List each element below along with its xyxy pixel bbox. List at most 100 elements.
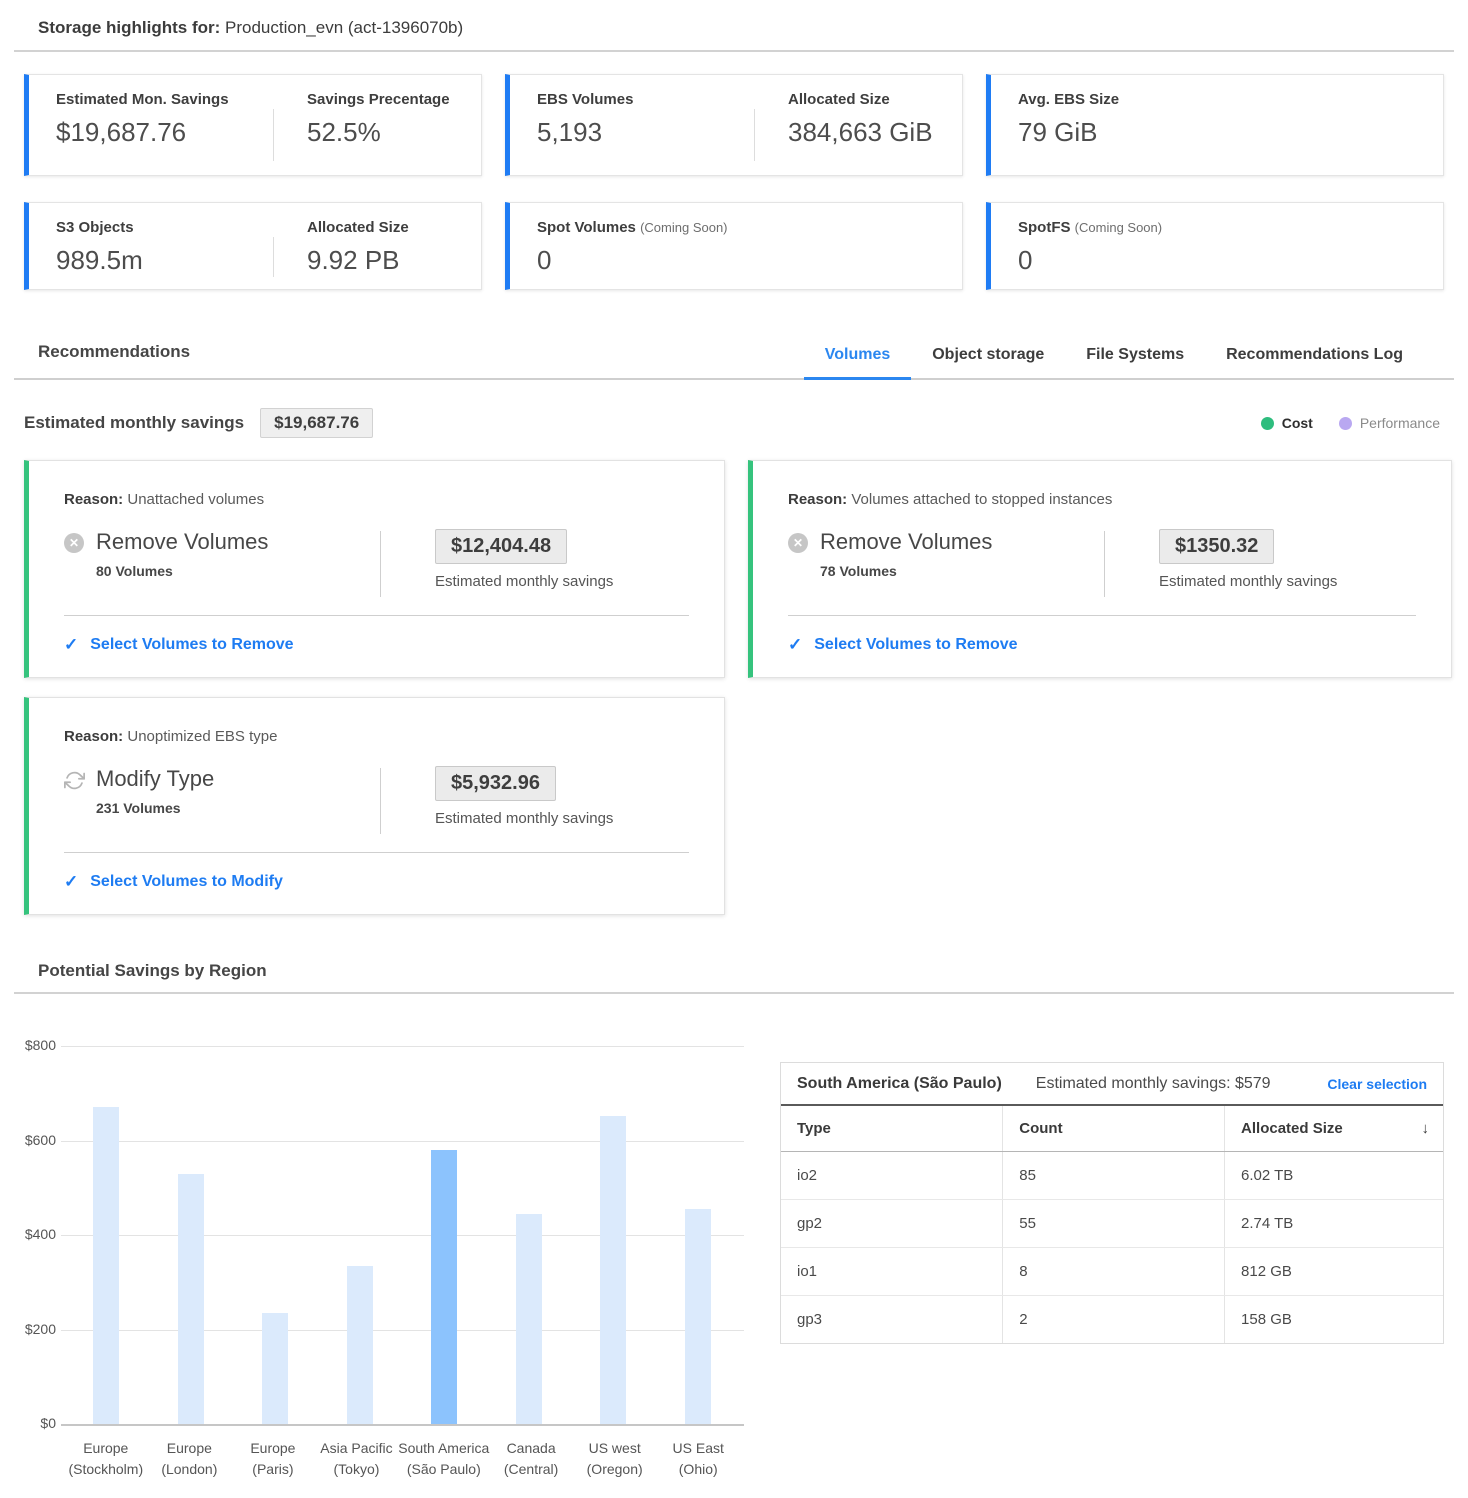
card-link-label: Select Volumes to Modify: [90, 873, 283, 891]
storage-dashboard: Storage highlights for: Production_evn (…: [0, 0, 1468, 1480]
savings-amount-caption: Estimated monthly savings: [435, 573, 613, 590]
region-bar[interactable]: [685, 1209, 711, 1424]
recommendation-cards: Reason: Unattached volumes ✕ Remove Volu…: [24, 460, 1444, 915]
y-tick-label: $400: [25, 1226, 56, 1242]
stat-label: Savings Precentage: [307, 91, 450, 108]
tab-recommendations-log[interactable]: Recommendations Log: [1205, 338, 1424, 378]
savings-amount-caption: Estimated monthly savings: [1159, 573, 1337, 590]
page-title: Storage highlights for: Production_evn (…: [24, 18, 1444, 38]
y-tick-label: $800: [25, 1037, 56, 1053]
chart-bars: [64, 1026, 740, 1424]
column-header-allocated-size[interactable]: Allocated Size ↓: [1225, 1106, 1443, 1152]
x-axis-label: Europe(Stockholm): [64, 1438, 148, 1480]
card-link-label: Select Volumes to Remove: [90, 636, 293, 654]
region-bar-selected[interactable]: [431, 1150, 457, 1424]
table-row: gp32158 GB: [781, 1296, 1443, 1344]
card-link-label: Select Volumes to Remove: [814, 636, 1017, 654]
stat-value: $19,687.76: [56, 117, 273, 148]
tab-file-systems[interactable]: File Systems: [1065, 338, 1205, 378]
page-title-bold: Storage highlights for:: [38, 18, 220, 37]
column-header-type[interactable]: Type: [781, 1106, 1003, 1152]
stat-value: 989.5m: [56, 245, 273, 276]
action-title: Remove Volumes: [820, 529, 992, 555]
stat-value: 384,663 GiB: [788, 117, 933, 148]
recommendations-header: Recommendations Volumes Object storage F…: [14, 338, 1454, 380]
refresh-icon: [64, 770, 84, 790]
table-cell: gp3: [781, 1296, 1003, 1344]
stat-label: Estimated Mon. Savings: [56, 91, 273, 108]
recommendations-heading: Recommendations: [24, 342, 190, 378]
table-cell: io1: [781, 1248, 1003, 1296]
table-cell: 2.74 TB: [1225, 1200, 1443, 1248]
coming-soon-note: (Coming Soon): [1075, 220, 1162, 235]
highlights-row-1: Estimated Mon. Savings $19,687.76 Saving…: [24, 74, 1444, 176]
card-rule: [64, 615, 689, 616]
tab-volumes[interactable]: Volumes: [804, 338, 912, 378]
chart-xlabels: Europe(Stockholm)Europe(London)Europe(Pa…: [64, 1438, 740, 1480]
region-bar[interactable]: [262, 1313, 288, 1424]
arrow-down-icon[interactable]: ↓: [1422, 1120, 1430, 1137]
stat-card-spot-volumes: Spot Volumes (Coming Soon) 0: [505, 202, 963, 290]
stat-label: S3 Objects: [56, 219, 273, 236]
clear-selection-link[interactable]: Clear selection: [1327, 1076, 1427, 1092]
region-bar[interactable]: [516, 1214, 542, 1424]
region-bar[interactable]: [600, 1116, 626, 1424]
select-volumes-to-modify-link[interactable]: ✓ Select Volumes to Modify: [64, 872, 689, 892]
reason-label: Reason:: [788, 491, 847, 508]
region-bar[interactable]: [178, 1174, 204, 1424]
reason-text: Unoptimized EBS type: [127, 728, 277, 745]
remove-circle-icon: ✕: [64, 533, 84, 553]
region-bar[interactable]: [347, 1266, 373, 1424]
volume-count: 78 Volumes: [820, 563, 992, 579]
savings-amount-badge: $1350.32: [1159, 529, 1274, 564]
stat-card-ebs-volumes: EBS Volumes 5,193 Allocated Size 384,663…: [505, 74, 963, 176]
check-icon: ✓: [788, 635, 802, 655]
selected-region-savings: Estimated monthly savings: $579: [1036, 1075, 1271, 1093]
rec-card-stopped-instances: Reason: Volumes attached to stopped inst…: [748, 460, 1452, 678]
y-tick-label: $600: [25, 1132, 56, 1148]
header-divider: [14, 50, 1454, 52]
table-row: io2856.02 TB: [781, 1152, 1443, 1200]
savings-by-region-chart: $800$600$400$200$0 Europe(Stockholm)Euro…: [24, 1026, 740, 1480]
remove-circle-icon: ✕: [788, 533, 808, 553]
check-icon: ✓: [64, 872, 78, 892]
volume-count: 231 Volumes: [96, 800, 214, 816]
card-rule: [64, 852, 689, 853]
column-header-count[interactable]: Count: [1003, 1106, 1225, 1152]
stat-label: EBS Volumes: [537, 91, 754, 108]
x-axis-label: Europe(Paris): [231, 1438, 315, 1480]
stat-label: Avg. EBS Size: [1018, 91, 1119, 108]
select-volumes-to-remove-link[interactable]: ✓ Select Volumes to Remove: [64, 635, 689, 655]
rec-card-unattached: Reason: Unattached volumes ✕ Remove Volu…: [24, 460, 725, 678]
action-title: Remove Volumes: [96, 529, 268, 555]
select-volumes-to-remove-link[interactable]: ✓ Select Volumes to Remove: [788, 635, 1416, 655]
stat-value: 9.92 PB: [307, 245, 409, 276]
x-axis-label: US west(Oregon): [573, 1438, 657, 1480]
region-detail-panel: South America (São Paulo) Estimated mont…: [780, 1062, 1444, 1480]
region-divider: [14, 992, 1454, 994]
action-title: Modify Type: [96, 766, 214, 792]
card-divider: [1104, 531, 1105, 597]
stat-card-est-savings: Estimated Mon. Savings $19,687.76 Saving…: [24, 74, 482, 176]
table-cell: io2: [781, 1152, 1003, 1200]
table-cell: 85: [1003, 1152, 1225, 1200]
y-axis: $800$600$400$200$0: [24, 1026, 60, 1424]
savings-amount-badge: $5,932.96: [435, 766, 556, 801]
tab-object-storage[interactable]: Object storage: [911, 338, 1065, 378]
stat-label: Allocated Size: [788, 91, 933, 108]
selected-region-title: South America (São Paulo): [797, 1075, 1002, 1093]
y-tick-label: $200: [25, 1321, 56, 1337]
x-axis-label: Europe(London): [148, 1438, 232, 1480]
legend-performance: Performance: [1339, 415, 1440, 431]
table-cell: 2: [1003, 1296, 1225, 1344]
region-bar[interactable]: [93, 1107, 119, 1424]
table-row: io18812 GB: [781, 1248, 1443, 1296]
stat-label: Spot Volumes: [537, 219, 636, 236]
table-cell: 158 GB: [1225, 1296, 1443, 1344]
x-axis-label: Asia Pacific(Tokyo): [315, 1438, 399, 1480]
x-axis-label: South America(São Paulo): [398, 1438, 489, 1480]
card-divider: [380, 531, 381, 597]
coming-soon-note: (Coming Soon): [640, 220, 727, 235]
region-content: $800$600$400$200$0 Europe(Stockholm)Euro…: [24, 1026, 1444, 1480]
account-name: Production_evn (act-1396070b): [225, 18, 463, 37]
